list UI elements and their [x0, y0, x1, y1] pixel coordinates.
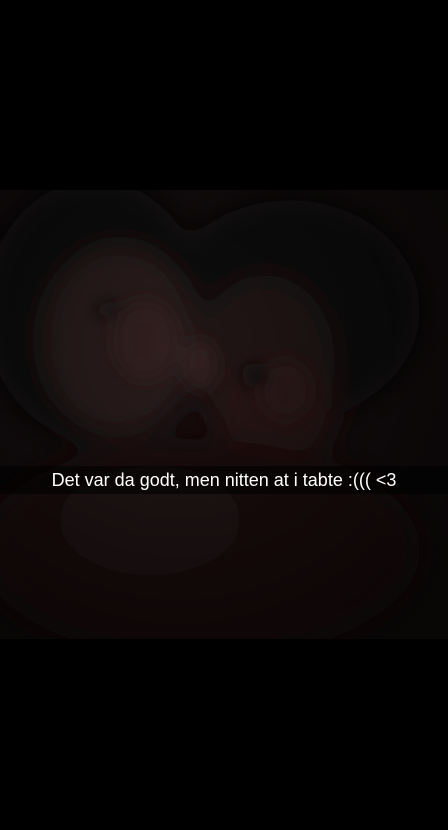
snap-caption-text: Det var da godt, men nitten at i tabte :…: [51, 470, 397, 490]
snap-caption-bar: Det var da godt, men nitten at i tabte :…: [0, 466, 448, 494]
dark-selfie-image: [0, 190, 448, 639]
snap-photo: [0, 190, 448, 639]
snap-viewer[interactable]: Det var da godt, men nitten at i tabte :…: [0, 0, 448, 830]
